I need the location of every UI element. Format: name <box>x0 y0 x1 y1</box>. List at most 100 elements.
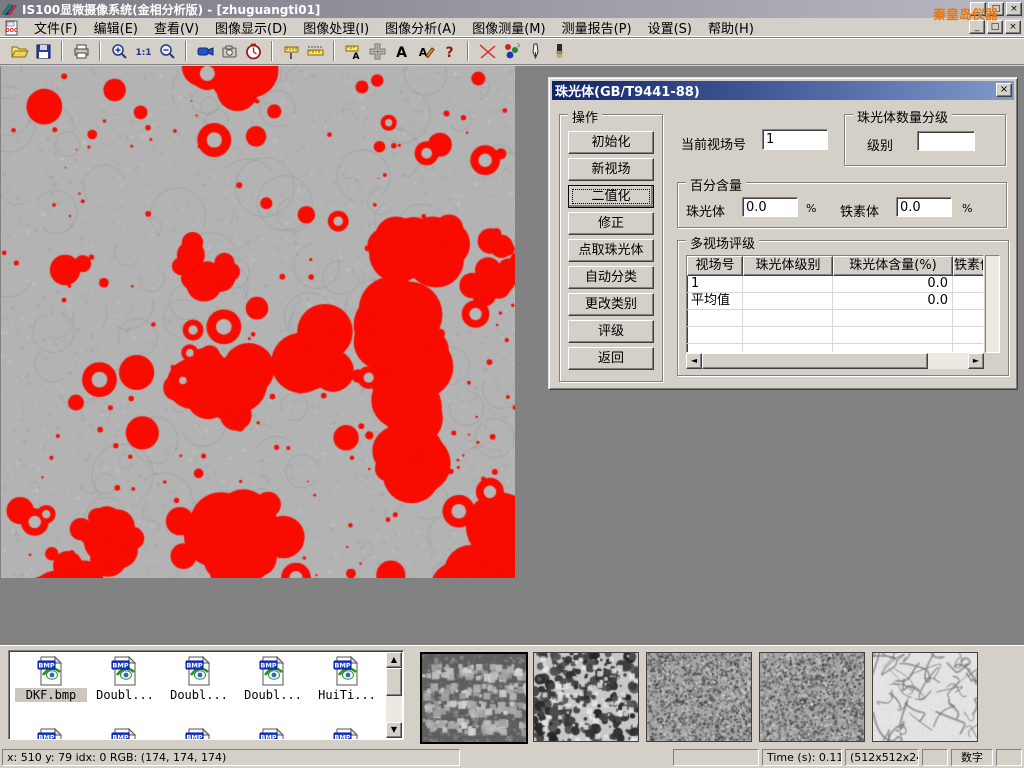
operation-group-label: 操作 <box>568 107 602 126</box>
file-item[interactable]: BMPHuiTi... <box>311 655 383 702</box>
scroll-right-icon[interactable]: ► <box>968 353 984 369</box>
table-row[interactable]: 10.0 <box>687 276 983 293</box>
file-item-partial[interactable]: BMP <box>89 727 161 740</box>
svg-text:BMP: BMP <box>112 734 128 741</box>
pen-tool-icon[interactable] <box>523 40 547 63</box>
table-column-header[interactable]: 珠光体级别 <box>743 256 833 276</box>
image-thumbnail[interactable] <box>533 652 639 742</box>
table-column-header[interactable]: 视场号 <box>687 256 743 276</box>
file-item-partial[interactable]: BMP <box>15 727 87 740</box>
image-thumbnail[interactable] <box>872 652 978 742</box>
svg-text:BMP: BMP <box>112 662 128 670</box>
menu-item-9[interactable]: 设置(S) <box>640 16 700 39</box>
svg-text:3: 3 <box>517 43 520 49</box>
table-column-header[interactable]: 珠光体含量(%) <box>833 256 953 276</box>
table-column-header[interactable]: 铁素体含量(%) <box>953 256 984 276</box>
return-button[interactable]: 返回 <box>568 347 654 370</box>
file-item-partial[interactable]: BMP <box>311 727 383 740</box>
table-row-empty <box>687 310 983 327</box>
menu-item-8[interactable]: 测量报告(P) <box>554 16 640 39</box>
measure-text-icon[interactable]: A <box>341 40 365 63</box>
mdi-client-area: 珠光体(GB/T9441-88) × 操作 初始化新视场二值化修正点取珠光体自动… <box>0 66 1024 645</box>
table-row[interactable]: 平均值0.0 <box>687 293 983 310</box>
actual-size-icon[interactable]: 1:1 <box>131 40 155 63</box>
scroll-down-icon[interactable]: ▼ <box>386 722 402 738</box>
file-list[interactable]: BMPBMPBMPBMPBMPBMPHuiTi...BMPDoubl...BMP… <box>8 650 404 740</box>
file-list-scrollbar[interactable]: ▲ ▼ <box>386 652 402 738</box>
video-camera-icon[interactable] <box>193 40 217 63</box>
table-cell: 0.0 <box>833 276 953 292</box>
time-status: Time (s): 0.113 <box>762 749 842 766</box>
pick-pearlite-button[interactable]: 点取珠光体 <box>568 239 654 262</box>
correct-button[interactable]: 修正 <box>568 212 654 235</box>
thumbnail-image <box>760 653 864 741</box>
help-icon[interactable]: ? <box>437 40 461 63</box>
pearlite-percent-input[interactable] <box>742 197 798 217</box>
file-item[interactable]: BMPDoubl... <box>163 655 235 702</box>
save-icon[interactable] <box>31 40 55 63</box>
dialog-title-bar[interactable]: 珠光体(GB/T9441-88) × <box>552 81 1014 100</box>
timer-icon[interactable] <box>241 40 265 63</box>
metallographic-image[interactable] <box>1 66 515 578</box>
menu-item-3[interactable]: 查看(V) <box>146 16 207 39</box>
file-item-partial[interactable]: BMP <box>237 727 309 740</box>
thumbnail-image <box>873 653 977 741</box>
image-thumbnail[interactable] <box>420 652 528 744</box>
binarize-button[interactable]: 二值化 <box>568 185 654 208</box>
svg-text:DOC: DOC <box>5 28 17 34</box>
initialize-button[interactable]: 初始化 <box>568 131 654 154</box>
change-category-button[interactable]: 更改类别 <box>568 293 654 316</box>
current-field-input[interactable] <box>762 129 828 150</box>
image-thumbnail[interactable] <box>759 652 865 742</box>
image-dimensions-status: (512x512x24) <box>845 749 919 766</box>
classify-balls-icon[interactable]: 3 <box>499 40 523 63</box>
grade-button[interactable]: 评级 <box>568 320 654 343</box>
file-item-partial[interactable]: BMP <box>163 727 235 740</box>
grade-input[interactable] <box>917 131 975 151</box>
rating-table-vscrollbar[interactable] <box>985 255 1000 353</box>
table-cell: 1 <box>687 276 743 292</box>
file-item[interactable]: BMPDoubl... <box>89 655 161 702</box>
bmp-file-icon: BMP <box>109 655 141 687</box>
file-item[interactable]: BMPDoubl... <box>237 655 309 702</box>
zoom-in-icon[interactable] <box>107 40 131 63</box>
toolbar-separator <box>185 41 187 61</box>
menu-item-4[interactable]: 图像显示(D) <box>207 16 295 39</box>
scroll-left-icon[interactable]: ◄ <box>686 353 702 369</box>
status-empty-3 <box>996 749 1022 766</box>
toolbar-separator <box>61 41 63 61</box>
open-icon[interactable] <box>7 40 31 63</box>
dialog-close-button[interactable]: × <box>996 83 1012 97</box>
text-edit-icon[interactable]: A <box>413 40 437 63</box>
menu-item-5[interactable]: 图像处理(I) <box>295 16 377 39</box>
camera-icon[interactable] <box>217 40 241 63</box>
hscroll-thumb[interactable] <box>702 353 928 369</box>
grid-icon[interactable] <box>365 40 389 63</box>
svg-text:BMP: BMP <box>38 662 54 670</box>
rating-table[interactable]: 视场号珠光体级别珠光体含量(%)铁素体含量(%)10.0平均值0.0 <box>686 255 984 353</box>
file-item[interactable]: BMPDKF.bmp <box>15 655 87 702</box>
toolbar: 1:1AAA?3 <box>0 38 1024 65</box>
new-field-button[interactable]: 新视场 <box>568 158 654 181</box>
zoom-out-icon[interactable] <box>155 40 179 63</box>
menu-item-7[interactable]: 图像测量(M) <box>464 16 553 39</box>
print-icon[interactable] <box>69 40 93 63</box>
document-icon[interactable]: DOC <box>4 20 20 36</box>
ruler-icon[interactable] <box>303 40 327 63</box>
vscroll-thumb[interactable] <box>386 668 402 696</box>
thumbnail-image <box>534 653 638 741</box>
menu-item-2[interactable]: 编辑(E) <box>86 16 146 39</box>
menu-item-6[interactable]: 图像分析(A) <box>377 16 464 39</box>
menu-item-10[interactable]: 帮助(H) <box>700 16 762 39</box>
curve-tool-icon[interactable] <box>475 40 499 63</box>
dialog-title: 珠光体(GB/T9441-88) <box>555 81 700 100</box>
rating-table-hscrollbar[interactable]: ◄ ► <box>686 353 984 369</box>
auto-classify-button[interactable]: 自动分类 <box>568 266 654 289</box>
menu-item-1[interactable]: 文件(F) <box>26 16 86 39</box>
image-thumbnail[interactable] <box>646 652 752 742</box>
caliper-icon[interactable] <box>279 40 303 63</box>
scroll-up-icon[interactable]: ▲ <box>386 652 402 668</box>
ferrite-percent-input[interactable] <box>896 197 952 217</box>
brush-tool-icon[interactable] <box>547 40 571 63</box>
text-icon[interactable]: A <box>389 40 413 63</box>
